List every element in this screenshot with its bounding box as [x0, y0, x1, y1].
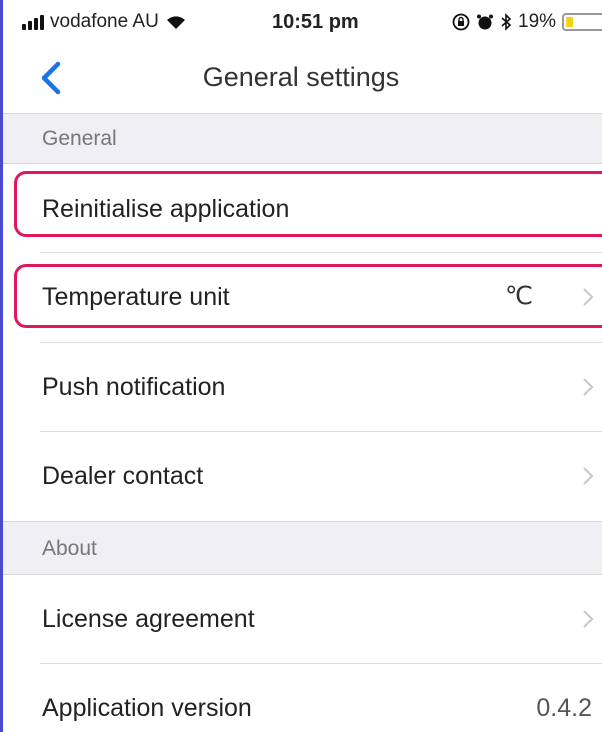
battery-fill: [566, 17, 574, 27]
dealer-contact-row[interactable]: Dealer contact: [0, 432, 602, 520]
bluetooth-icon: [501, 13, 512, 31]
page-title: General settings: [202, 62, 400, 92]
settings-screen: vodafone AU 10:51 pm 19% General setting…: [0, 0, 602, 732]
push-notification-label: Push notification: [42, 373, 226, 401]
status-time: 10:51 pm: [272, 11, 359, 33]
window-edge: [0, 0, 3, 732]
section-title-about: About: [42, 537, 97, 560]
carrier-info: vodafone AU: [22, 11, 187, 33]
status-right: 19%: [452, 11, 602, 33]
battery-percent: 19%: [518, 11, 557, 32]
temperature-unit-label: Temperature unit: [42, 283, 230, 311]
application-version-row: Application version 0.4.2: [0, 664, 602, 732]
carrier-name: vodafone AU: [50, 11, 159, 32]
chevron-right-icon: [583, 610, 594, 628]
section-header-about: About: [0, 521, 602, 575]
temperature-unit-row[interactable]: Temperature unit ℃: [0, 253, 602, 341]
temperature-unit-value: ℃: [505, 282, 534, 310]
license-agreement-label: License agreement: [42, 605, 255, 633]
reinitialise-application-row[interactable]: Reinitialise application: [0, 164, 602, 252]
battery-icon: [562, 13, 602, 31]
application-version-value: 0.4.2: [536, 694, 592, 722]
chevron-right-icon: [583, 378, 594, 396]
location-lock-icon: [452, 13, 470, 31]
chevron-right-icon: [583, 467, 594, 485]
reinitialise-application-label: Reinitialise application: [42, 195, 290, 223]
status-bar: vodafone AU 10:51 pm 19%: [0, 0, 602, 44]
navigation-bar: General settings: [0, 44, 602, 114]
application-version-label: Application version: [42, 694, 252, 722]
chevron-right-icon: [583, 288, 594, 306]
wifi-icon: [166, 16, 185, 29]
dealer-contact-label: Dealer contact: [42, 462, 204, 490]
alarm-icon: [477, 14, 493, 30]
license-agreement-row[interactable]: License agreement: [0, 575, 602, 663]
section-title-general: General: [42, 127, 117, 150]
signal-icon: [22, 14, 44, 30]
section-header-general: General: [0, 114, 602, 164]
push-notification-row[interactable]: Push notification: [0, 343, 602, 431]
